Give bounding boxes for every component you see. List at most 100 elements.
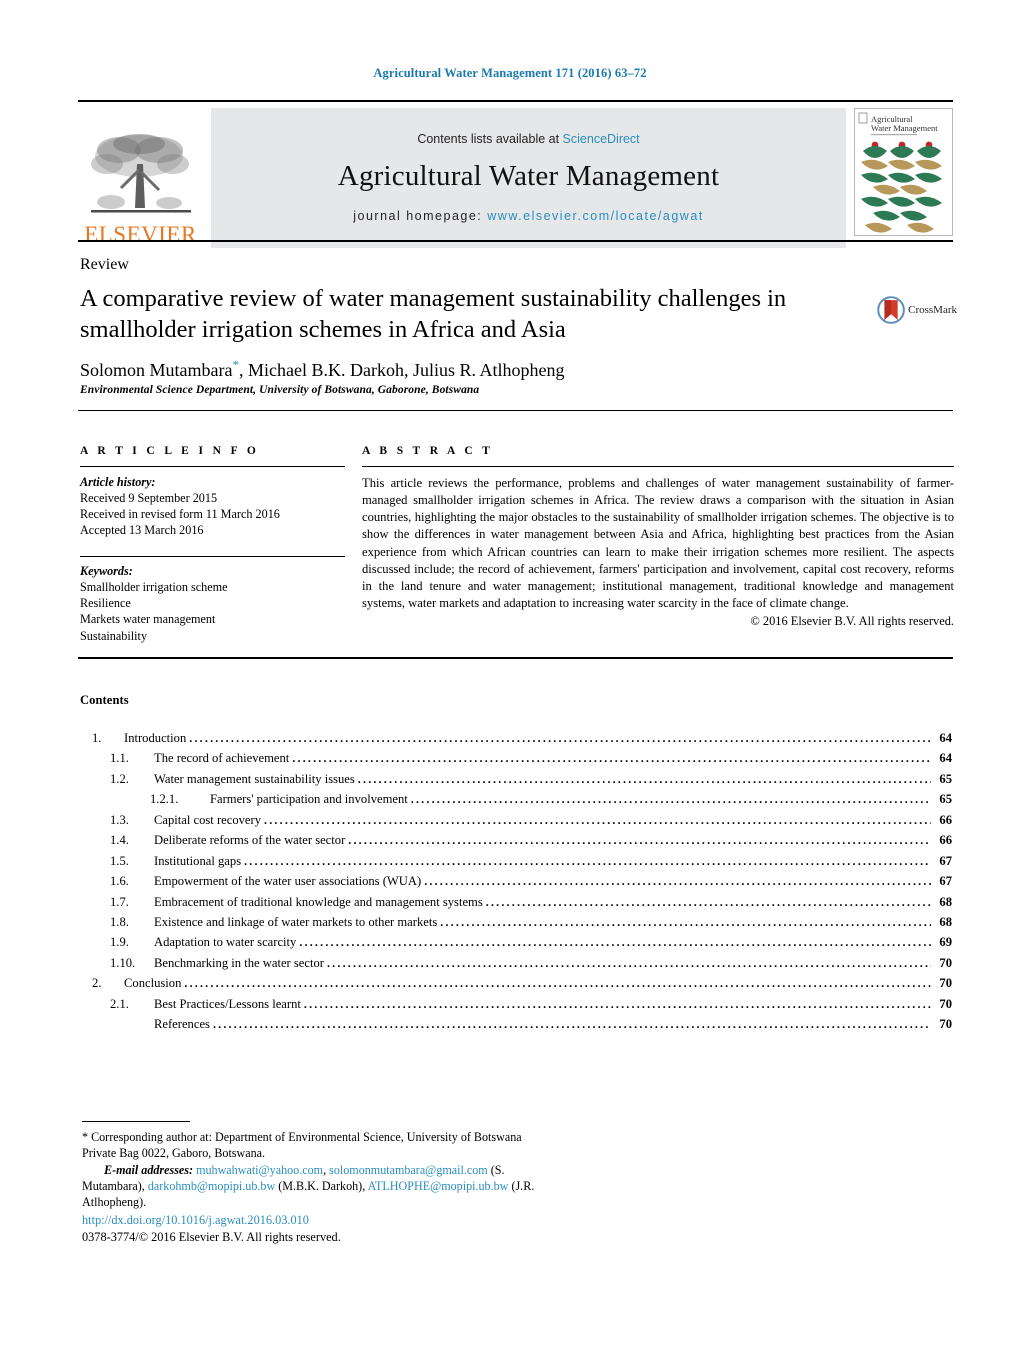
toc-entry-label: Conclusion bbox=[124, 976, 182, 991]
article-history-accepted: Accepted 13 March 2016 bbox=[80, 523, 204, 538]
email-link-2[interactable]: solomonmutambara@gmail.com bbox=[329, 1163, 488, 1177]
toc-entry-number: 1.5. bbox=[110, 853, 129, 868]
journal-title: Agricultural Water Management bbox=[337, 159, 720, 192]
toc-entry-page: 65 bbox=[939, 771, 952, 786]
toc-entry-page: 66 bbox=[939, 812, 952, 827]
toc-entry[interactable]: 1.2. Water management sustainability issu… bbox=[80, 769, 952, 789]
toc-entry[interactable]: 2. Conclusion............................… bbox=[80, 973, 952, 993]
contents-heading: Contents bbox=[80, 693, 129, 707]
toc-entry-label: The record of achievement bbox=[154, 751, 290, 766]
article-title: A comparative review of water management… bbox=[80, 285, 787, 343]
table-of-contents: 1. Introduction..........................… bbox=[80, 728, 952, 1035]
toc-entry[interactable]: 1.1. The record of achievement...........… bbox=[80, 748, 952, 768]
toc-entry[interactable]: References..............................… bbox=[80, 1014, 952, 1034]
keywords-block: Keywords: Smallholder irrigation scheme … bbox=[80, 564, 345, 643]
toc-entry-page: 65 bbox=[939, 792, 952, 807]
keyword-item: Markets water management bbox=[80, 612, 216, 627]
toc-entry-label: Existence and linkage of water markets t… bbox=[154, 914, 438, 929]
toc-entry[interactable]: 1.6. Empowerment of the water user associ… bbox=[80, 871, 952, 891]
toc-entry-page: 68 bbox=[939, 914, 952, 929]
email-link-1[interactable]: muhwahwati@yahoo.com bbox=[196, 1163, 323, 1177]
toc-dot-leader: ........................................… bbox=[303, 996, 931, 1011]
toc-entry-number: 1. bbox=[92, 731, 102, 745]
toc-entry[interactable]: 1. Introduction..........................… bbox=[80, 728, 952, 748]
toc-entry-label: Embracement of traditional knowledge and… bbox=[154, 894, 483, 909]
elsevier-tree-icon bbox=[90, 134, 191, 213]
email-link-3[interactable]: darkohmb@mopipi.ub.bw bbox=[148, 1179, 275, 1193]
contents-available-prefix: Contents lists available at bbox=[417, 131, 563, 146]
corresponding-author-note: * Corresponding author at: Department of… bbox=[82, 1130, 522, 1161]
doi-link[interactable]: http://dx.doi.org/10.1016/j.agwat.2016.0… bbox=[82, 1212, 552, 1229]
masthead-bottom-rule bbox=[78, 240, 953, 242]
toc-entry-page: 64 bbox=[939, 751, 952, 766]
keywords-label: Keywords: bbox=[80, 564, 133, 579]
toc-dot-leader: ........................................… bbox=[292, 751, 931, 766]
toc-entry[interactable]: 1.9. Adaptation to water scarcity........… bbox=[80, 932, 952, 952]
toc-entry-page: 70 bbox=[939, 955, 952, 970]
crossmark-badge[interactable]: CrossMark bbox=[877, 288, 957, 332]
toc-entry-page: 64 bbox=[939, 731, 952, 745]
running-head: Agricultural Water Management 171 (2016)… bbox=[373, 66, 647, 80]
elsevier-logo: ELSEVIER bbox=[78, 108, 203, 248]
toc-entry-page: 68 bbox=[939, 894, 952, 909]
elsevier-wordmark: ELSEVIER bbox=[84, 222, 197, 247]
author-list: Solomon Mutambara*, Michael B.K. Darkoh,… bbox=[80, 357, 880, 381]
toc-entry-number: 1.3. bbox=[110, 812, 129, 827]
email-addresses-note: E-mail addresses: muhwahwati@yahoo.com, … bbox=[82, 1162, 552, 1211]
author-primary: Solomon Mutambara bbox=[80, 360, 233, 380]
toc-entry[interactable]: 1.8. Existence and linkage of water marke… bbox=[80, 912, 952, 932]
toc-dot-leader: ........................................… bbox=[357, 771, 931, 786]
toc-entry-page: 70 bbox=[939, 996, 952, 1011]
sciencedirect-link[interactable]: ScienceDirect bbox=[563, 132, 640, 146]
toc-dot-leader: ........................................… bbox=[440, 914, 931, 929]
journal-homepage-link[interactable]: www.elsevier.com/locate/agwat bbox=[487, 209, 704, 223]
abstract-copyright: © 2016 Elsevier B.V. All rights reserved… bbox=[750, 614, 954, 628]
toc-entry[interactable]: 1.7. Embracement of traditional knowledge… bbox=[80, 892, 952, 912]
article-history-revised: Received in revised form 11 March 2016 bbox=[80, 507, 280, 522]
toc-entry-number: 1.7. bbox=[110, 894, 129, 909]
toc-entry-page: 67 bbox=[939, 874, 952, 889]
toc-entry[interactable]: 1.4. Deliberate reforms of the water sect… bbox=[80, 830, 952, 850]
contents-available-line: Contents lists available at ScienceDirec… bbox=[417, 132, 639, 146]
toc-entry-number: 1.1. bbox=[110, 751, 129, 766]
toc-entry-page: 67 bbox=[939, 853, 952, 868]
toc-dot-leader: ........................................… bbox=[264, 812, 931, 827]
abstract-column: A B S T R A C T This article reviews the… bbox=[362, 445, 954, 629]
toc-entry[interactable]: 1.10. Benchmarking in the water sector...… bbox=[80, 953, 952, 973]
article-type: Review bbox=[80, 256, 129, 273]
toc-entry-label: Deliberate reforms of the water sector bbox=[154, 833, 346, 848]
toc-entry[interactable]: 1.3. Capital cost recovery...............… bbox=[80, 810, 952, 830]
article-info-column: A R T I C L E I N F O Article history: R… bbox=[80, 445, 345, 644]
keyword-item: Sustainability bbox=[80, 628, 148, 643]
email-link-4[interactable]: ATLHOPHE@mopipi.ub.bw bbox=[368, 1179, 509, 1193]
title-block-rule bbox=[78, 410, 953, 411]
keyword-item: Resilience bbox=[80, 596, 131, 611]
footnote-rule bbox=[82, 1121, 190, 1122]
toc-entry-page: 69 bbox=[939, 935, 952, 950]
issn-copyright-line: 0378-3774/© 2016 Elsevier B.V. All right… bbox=[82, 1229, 341, 1244]
toc-entry-number: 1.4. bbox=[110, 833, 129, 848]
journal-cover-art: Agricultural Water Management bbox=[855, 109, 950, 233]
crossmark-label: CrossMark bbox=[908, 304, 957, 316]
article-info-heading: A R T I C L E I N F O bbox=[80, 445, 260, 457]
toc-entry-number: 1.6. bbox=[110, 874, 129, 889]
toc-entry[interactable]: 1.5. Institutional gaps..................… bbox=[80, 851, 952, 871]
journal-band: Contents lists available at ScienceDirec… bbox=[211, 108, 846, 248]
toc-entry-label: Water management sustainability issues bbox=[154, 771, 355, 786]
journal-cover-thumbnail: Agricultural Water Management bbox=[854, 108, 953, 236]
toc-entry-label: Empowerment of the water user associatio… bbox=[154, 874, 422, 889]
toc-entry-label: Introduction bbox=[124, 731, 187, 745]
toc-dot-leader: ........................................… bbox=[424, 874, 931, 889]
author-affiliation: Environmental Science Department, Univer… bbox=[80, 384, 480, 396]
toc-entry-page: 70 bbox=[939, 976, 952, 991]
toc-entry-label: Best Practices/Lessons learnt bbox=[154, 996, 301, 1011]
toc-dot-leader: ........................................… bbox=[212, 1017, 931, 1032]
toc-dot-leader: ........................................… bbox=[348, 833, 931, 848]
journal-masthead: ELSEVIER Contents lists available at Sci… bbox=[78, 100, 953, 248]
toc-entry[interactable]: 2.1. Best Practices/Lessons learnt.......… bbox=[80, 994, 952, 1014]
toc-entry[interactable]: 1.2.1. Farmers' participation and involve… bbox=[80, 789, 952, 809]
toc-entry-number: 1.2.1. bbox=[150, 792, 179, 807]
toc-entry-label: Farmers' participation and involvement bbox=[210, 792, 408, 807]
keywords-rule bbox=[80, 556, 345, 558]
toc-entry-number: 2. bbox=[92, 976, 102, 991]
